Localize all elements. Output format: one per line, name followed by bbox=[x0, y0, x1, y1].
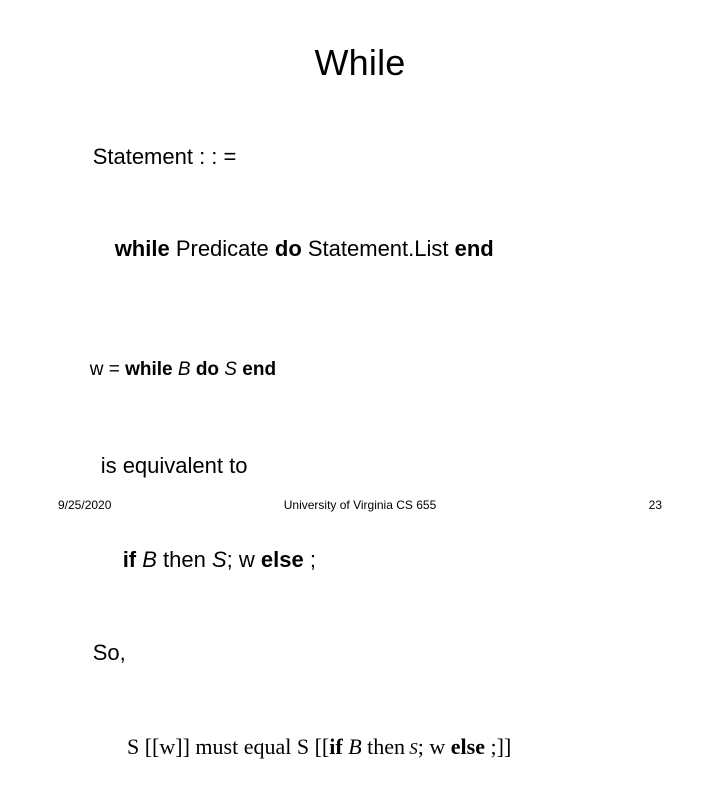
slide-footer: 9/25/2020 University of Virginia CS 655 … bbox=[0, 498, 720, 514]
semi-w: ; w bbox=[226, 546, 261, 572]
keyword-then: then bbox=[163, 546, 206, 572]
statement-head-line: Statement : : = bbox=[56, 112, 676, 202]
keyword-else: else bbox=[450, 733, 485, 759]
w-definition-line: w = while B do S end bbox=[58, 331, 676, 408]
keyword-while: while bbox=[114, 235, 170, 261]
nonterminal-predicate: Predicate bbox=[169, 235, 275, 261]
keyword-if: if bbox=[122, 546, 137, 572]
w-prefix: w = bbox=[89, 359, 126, 381]
footer-course: University of Virginia CS 655 bbox=[283, 498, 437, 512]
equivalent-text: is equivalent to bbox=[100, 452, 248, 478]
if-line: if B then S; w else ; bbox=[86, 515, 676, 605]
var-b: B bbox=[136, 546, 164, 572]
keyword-end: end bbox=[242, 359, 277, 381]
keyword-do: do bbox=[274, 235, 302, 261]
so-line: So, bbox=[56, 608, 676, 698]
slide: While Statement : : = while Predicate do… bbox=[0, 0, 720, 759]
keyword-while: while bbox=[125, 359, 173, 381]
statement-head-text: Statement : : = bbox=[92, 143, 237, 169]
semantics-tail: ;]] bbox=[485, 733, 512, 759]
var-s: S bbox=[405, 738, 418, 758]
var-s: S bbox=[219, 359, 243, 381]
page-title: While bbox=[314, 42, 406, 83]
semi-w: ; w bbox=[417, 733, 451, 759]
var-s: S bbox=[205, 546, 227, 572]
nonterminal-statementlist: Statement.List bbox=[301, 235, 455, 261]
keyword-then: then bbox=[367, 733, 406, 759]
keyword-end: end bbox=[454, 235, 494, 261]
keyword-do: do bbox=[195, 359, 220, 381]
semantics-line: S [[w]] must equal S [[if B then S; w el… bbox=[94, 702, 676, 792]
so-text: So, bbox=[92, 640, 126, 666]
footer-page-number: 23 bbox=[648, 498, 662, 512]
var-b: B bbox=[172, 359, 196, 381]
semantics-prefix: S [[w]] must equal S [[ bbox=[127, 733, 330, 759]
keyword-if: if bbox=[329, 733, 343, 759]
semicolon: ; bbox=[303, 546, 316, 572]
slide-body: Statement : : = while Predicate do State… bbox=[56, 112, 676, 792]
keyword-else: else bbox=[260, 546, 304, 572]
production-line: while Predicate do Statement.List end bbox=[78, 204, 676, 294]
var-b: B bbox=[342, 733, 368, 759]
